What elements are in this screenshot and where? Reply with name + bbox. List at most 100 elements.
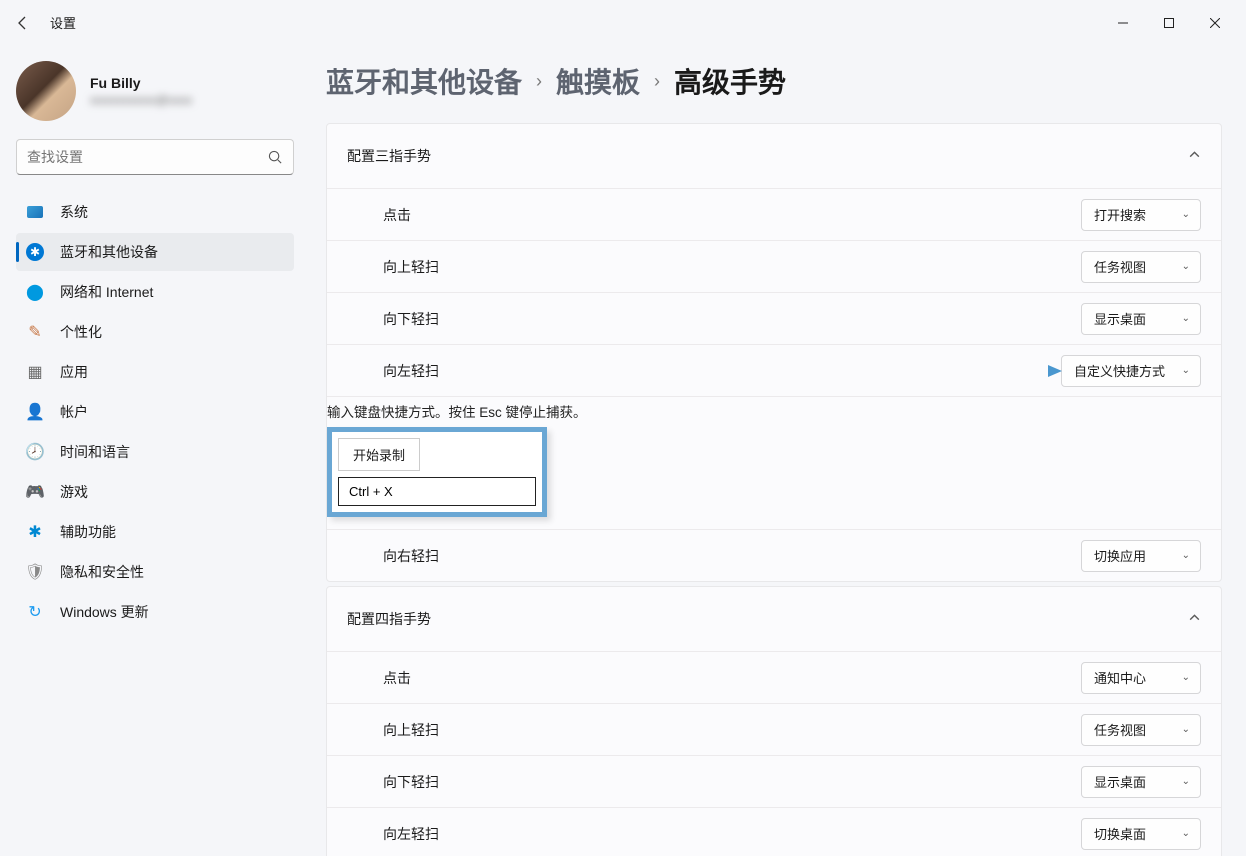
search-box[interactable] [16,139,294,175]
nav-apps[interactable]: ▦ 应用 [16,353,294,391]
apps-icon: ▦ [26,363,44,381]
chevron-down-icon: ⌄ [1182,209,1190,220]
arrow-right-icon [976,363,1066,379]
row-swipe-down: 向下轻扫 显示桌面⌄ [327,292,1221,344]
chevron-down-icon: ⌄ [1182,313,1190,324]
chevron-down-icon: ⌄ [1182,724,1190,735]
user-icon: 👤 [26,403,44,421]
chevron-down-icon: ⌄ [1182,261,1190,272]
shortcut-hint: 输入键盘快捷方式。按住 Esc 键停止捕获。 [327,401,1221,421]
dropdown-swipe-right[interactable]: 切换应用⌄ [1081,540,1201,572]
dropdown-swipe-up[interactable]: 任务视图 ⌄ [1081,251,1201,283]
chevron-up-icon [1188,611,1201,627]
dropdown-value: 自定义快捷方式 [1074,361,1170,380]
nav-label: 系统 [60,202,88,222]
nav-bluetooth[interactable]: ✱ 蓝牙和其他设备 [16,233,294,271]
accessibility-icon: ✱ [26,523,44,541]
dropdown-value: 切换桌面 [1094,824,1170,843]
dropdown-value: 通知中心 [1094,668,1170,687]
brush-icon: ✎ [26,323,44,341]
nav-system[interactable]: 系统 [16,193,294,231]
dropdown-swipe-left-4[interactable]: 切换桌面 ⌄ [1081,818,1201,850]
chevron-down-icon: ⌄ [1182,672,1190,683]
breadcrumb: 蓝牙和其他设备 › 触摸板 › 高级手势 [326,61,1222,101]
dropdown-swipe-up-4[interactable]: 任务视图 ⌄ [1081,714,1201,746]
titlebar: 设置 [0,0,1246,45]
dropdown-value: 显示桌面 [1094,309,1170,328]
breadcrumb-sep: › [654,71,660,92]
row-swipe-up: 向上轻扫 任务视图 ⌄ [327,703,1221,755]
nav-accessibility[interactable]: ✱ 辅助功能 [16,513,294,551]
dropdown-value: 显示桌面 [1094,772,1170,791]
row-swipe-left: 向左轻扫 切换桌面⌄ [327,807,1221,856]
setting-label: 向下轻扫 [383,772,1081,792]
nav-accounts[interactable]: 👤 帐户 [16,393,294,431]
search-input[interactable] [27,149,268,165]
nav-label: 蓝牙和其他设备 [60,242,158,262]
window-title: 设置 [50,13,76,32]
chevron-down-icon: ⌄ [1182,776,1190,787]
minimize-icon [1118,18,1128,28]
nav-personalize[interactable]: ✎ 个性化 [16,313,294,351]
nav-label: 游戏 [60,482,88,502]
panel-header-three[interactable]: 配置三指手势 [327,124,1221,188]
clock-icon: 🕗 [26,443,44,461]
nav-update[interactable]: ↻Windows 更新 [16,593,294,631]
sidebar: Fu Billy xxxxxxxxxxx@xxxx 系统 ✱ 蓝牙和其他设备 ⬤网… [0,45,310,856]
chevron-up-icon [1188,148,1201,164]
bluetooth-icon: ✱ [26,243,44,261]
annotation-arrow [976,363,1066,379]
breadcrumb-sep: › [536,71,542,92]
back-arrow-icon [15,15,31,31]
close-button[interactable] [1192,7,1238,39]
breadcrumb-root[interactable]: 蓝牙和其他设备 [326,61,522,101]
dropdown-tap[interactable]: 打开搜索 ⌄ [1081,199,1201,231]
dropdown-value: 任务视图 [1094,257,1170,276]
panel-four-finger: 配置四指手势 点击 通知中心⌄ 向上轻扫 任务视图⌄ 向下轻扫 显示桌面⌄ 向左… [326,586,1222,856]
record-box: 开始录制 [327,427,547,517]
back-button[interactable] [8,8,38,38]
chevron-down-icon: ⌄ [1182,550,1190,561]
dropdown-value: 任务视图 [1094,720,1170,739]
nav-label: Windows 更新 [60,602,149,622]
start-record-button[interactable]: 开始录制 [338,438,420,471]
dropdown-swipe-down[interactable]: 显示桌面 ⌄ [1081,303,1201,335]
search-icon [268,150,283,165]
nav-network[interactable]: ⬤网络和 Internet [16,273,294,311]
nav-label: 应用 [60,362,88,382]
nav-label: 网络和 Internet [60,282,153,302]
profile-block[interactable]: Fu Billy xxxxxxxxxxx@xxxx [16,61,294,121]
panel-header-four[interactable]: 配置四指手势 [327,587,1221,651]
shortcut-input[interactable] [338,477,536,506]
nav-privacy[interactable]: 🛡隐私和安全性 [16,553,294,591]
row-swipe-left: 向左轻扫 自定义快捷方式⌄ [327,344,1221,396]
nav-label: 辅助功能 [60,522,116,542]
gamepad-icon: 🎮 [26,483,44,501]
profile-email: xxxxxxxxxxx@xxxx [90,93,192,107]
close-icon [1210,18,1220,28]
chevron-down-icon: ⌄ [1182,365,1190,376]
breadcrumb-mid[interactable]: 触摸板 [556,61,640,101]
nav-label: 帐户 [60,402,88,422]
row-swipe-up: 向上轻扫 任务视图⌄ [327,240,1221,292]
content-pane[interactable]: 蓝牙和其他设备 › 触摸板 › 高级手势 配置三指手势 点击 打开搜索⌄ 向上轻… [310,45,1246,856]
dropdown-swipe-left[interactable]: 自定义快捷方式 ⌄ [1061,355,1201,387]
row-swipe-right: 向右轻扫 切换应用⌄ [327,529,1221,581]
setting-label: 向上轻扫 [383,720,1081,740]
avatar [16,61,76,121]
row-swipe-down: 向下轻扫 显示桌面 ⌄ [327,755,1221,807]
panel-three-finger: 配置三指手势 点击 打开搜索⌄ 向上轻扫 任务视图⌄ 向下轻扫 显示桌面⌄ 向左… [326,123,1222,582]
chevron-down-icon: ⌄ [1182,828,1190,839]
nav-list: 系统 ✱ 蓝牙和其他设备 ⬤网络和 Internet ✎ 个性化 ▦ 应用 👤 帐户 🕗… [16,193,294,631]
maximize-button[interactable] [1146,7,1192,39]
nav-time[interactable]: 🕗时间和语言 [16,433,294,471]
nav-gaming[interactable]: 🎮 游戏 [16,473,294,511]
shield-icon: 🛡 [26,563,44,581]
nav-label: 个性化 [60,322,102,342]
maximize-icon [1164,18,1174,28]
setting-label: 向右轻扫 [383,546,1081,566]
minimize-button[interactable] [1100,7,1146,39]
dropdown-swipe-down-4[interactable]: 显示桌面 ⌄ [1081,766,1201,798]
dropdown-value: 打开搜索 [1094,205,1170,224]
dropdown-tap-4[interactable]: 通知中心 ⌄ [1081,662,1201,694]
